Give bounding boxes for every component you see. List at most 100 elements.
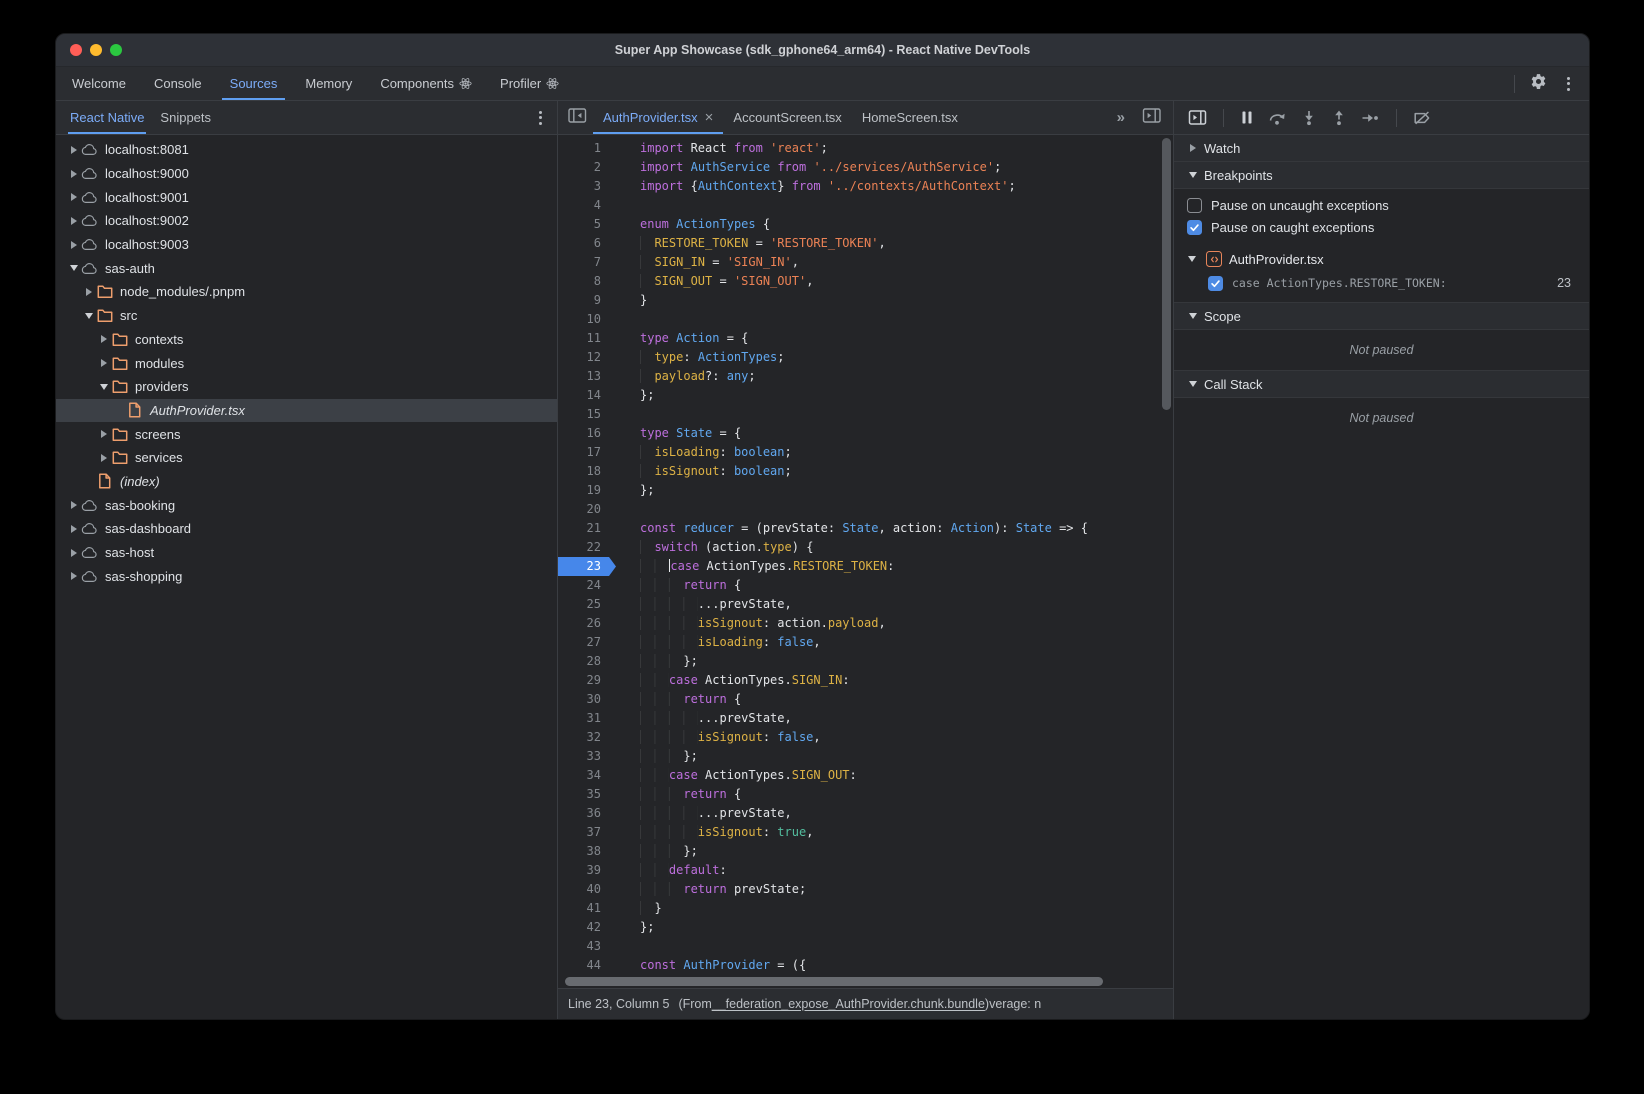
line-number[interactable]: 32 — [558, 728, 616, 747]
tab-memory[interactable]: Memory — [293, 67, 364, 100]
breakpoint-file-header[interactable]: AuthProvider.tsx — [1174, 247, 1589, 271]
code-line-content[interactable]: const reducer = (prevState: State, actio… — [616, 519, 1173, 538]
tree-item-localhost-9002[interactable]: localhost:9002 — [56, 209, 557, 233]
code-line-content[interactable]: isSignout: boolean; — [616, 462, 1173, 481]
tab-profiler[interactable]: Profiler — [488, 67, 571, 100]
minimize-button[interactable] — [90, 44, 102, 56]
tab-welcome[interactable]: Welcome — [60, 67, 138, 100]
close-tab-icon[interactable]: × — [705, 110, 714, 125]
line-number[interactable]: 3 — [558, 177, 616, 196]
source-bundle-link[interactable]: __federation_expose_AuthProvider.chunk.b… — [712, 997, 985, 1011]
line-number[interactable]: 21 — [558, 519, 616, 538]
line-number[interactable]: 40 — [558, 880, 616, 899]
code-line-content[interactable]: }; — [616, 481, 1173, 500]
code-line-content[interactable] — [616, 196, 1173, 215]
line-number[interactable]: 14 — [558, 386, 616, 405]
line-number[interactable]: 44 — [558, 956, 616, 975]
code-line-content[interactable]: SIGN_IN = 'SIGN_IN', — [616, 253, 1173, 272]
tree-item-modules[interactable]: modules — [56, 351, 557, 375]
step-button[interactable] — [1361, 110, 1380, 126]
code-line-content[interactable]: case ActionTypes.SIGN_IN: — [616, 671, 1173, 690]
line-number[interactable]: 2 — [558, 158, 616, 177]
line-number[interactable]: 43 — [558, 937, 616, 956]
code-line-content[interactable]: isSignout: action.payload, — [616, 614, 1173, 633]
code-line-content[interactable]: RESTORE_TOKEN = 'RESTORE_TOKEN', — [616, 234, 1173, 253]
code-line-content[interactable]: isLoading: false, — [616, 633, 1173, 652]
code-line-content[interactable]: switch (action.type) { — [616, 538, 1173, 557]
line-number[interactable]: 29 — [558, 671, 616, 690]
code-line-content[interactable]: type: ActionTypes; — [616, 348, 1173, 367]
tree-item-sas-shopping[interactable]: sas-shopping — [56, 564, 557, 588]
checkbox-icon[interactable] — [1208, 276, 1223, 291]
code-line-content[interactable]: import React from 'react'; — [616, 139, 1173, 158]
line-number[interactable]: 7 — [558, 253, 616, 272]
code-line-content[interactable]: default: — [616, 861, 1173, 880]
line-number[interactable]: 11 — [558, 329, 616, 348]
deactivate-breakpoints-button[interactable] — [1413, 110, 1431, 126]
line-number[interactable]: 37 — [558, 823, 616, 842]
execution-line-marker[interactable]: 23 — [558, 557, 616, 576]
code-line-content[interactable]: }; — [616, 918, 1173, 937]
line-number[interactable]: 4 — [558, 196, 616, 215]
code-line-content[interactable]: const AuthProvider = ({ — [616, 956, 1173, 975]
tree-item-authprovider-tsx[interactable]: AuthProvider.tsx — [56, 399, 557, 423]
tree-item-node-modules-pnpm[interactable]: node_modules/.pnpm — [56, 280, 557, 304]
code-line-content[interactable] — [616, 310, 1173, 329]
code-line-content[interactable]: case ActionTypes.RESTORE_TOKEN: — [616, 557, 1173, 576]
code-line-content[interactable]: import {AuthContext} from '../contexts/A… — [616, 177, 1173, 196]
horizontal-scrollbar-thumb[interactable] — [565, 977, 1103, 986]
code-line-content[interactable]: return { — [616, 690, 1173, 709]
tree-item-localhost-9003[interactable]: localhost:9003 — [56, 233, 557, 257]
code-line-content[interactable]: }; — [616, 747, 1173, 766]
tree-item-localhost-8081[interactable]: localhost:8081 — [56, 138, 557, 162]
line-number[interactable]: 6 — [558, 234, 616, 253]
navigator-tab-react-native[interactable]: React Native — [68, 101, 146, 134]
step-into-button[interactable] — [1301, 110, 1317, 126]
code-line-content[interactable] — [616, 405, 1173, 424]
code-line-content[interactable]: isLoading: boolean; — [616, 443, 1173, 462]
line-number[interactable]: 19 — [558, 481, 616, 500]
tree-item-sas-host[interactable]: sas-host — [56, 541, 557, 565]
more-tabs-button[interactable]: » — [1117, 109, 1126, 126]
line-number[interactable]: 9 — [558, 291, 616, 310]
breakpoint-entry[interactable]: case ActionTypes.RESTORE_TOKEN: 23 — [1174, 271, 1589, 295]
tab-components[interactable]: Components — [368, 67, 484, 100]
code-line-content[interactable]: isSignout: false, — [616, 728, 1173, 747]
line-number[interactable]: 34 — [558, 766, 616, 785]
line-number[interactable]: 39 — [558, 861, 616, 880]
code-line-content[interactable]: ...prevState, — [616, 595, 1173, 614]
tree-item-src[interactable]: src — [56, 304, 557, 328]
zoom-button[interactable] — [110, 44, 122, 56]
tree-item-sas-booking[interactable]: sas-booking — [56, 493, 557, 517]
step-out-button[interactable] — [1331, 110, 1347, 126]
line-number[interactable]: 5 — [558, 215, 616, 234]
code-line-content[interactable]: payload?: any; — [616, 367, 1173, 386]
more-options-button[interactable] — [1555, 71, 1581, 97]
code-line-content[interactable]: type Action = { — [616, 329, 1173, 348]
line-number[interactable]: 15 — [558, 405, 616, 424]
line-number[interactable]: 30 — [558, 690, 616, 709]
line-number[interactable]: 12 — [558, 348, 616, 367]
line-number[interactable]: 20 — [558, 500, 616, 519]
scope-section-header[interactable]: Scope — [1174, 302, 1589, 330]
line-number[interactable]: 31 — [558, 709, 616, 728]
navigator-tab-snippets[interactable]: Snippets — [158, 101, 213, 134]
line-number[interactable]: 28 — [558, 652, 616, 671]
code-line-content[interactable]: }; — [616, 652, 1173, 671]
line-number[interactable]: 36 — [558, 804, 616, 823]
tree-item-sas-dashboard[interactable]: sas-dashboard — [56, 517, 557, 541]
vertical-scrollbar-thumb[interactable] — [1162, 138, 1171, 410]
line-number[interactable]: 8 — [558, 272, 616, 291]
tree-item-providers[interactable]: providers — [56, 375, 557, 399]
checkbox-icon[interactable] — [1187, 198, 1202, 213]
tree-item-screens[interactable]: screens — [56, 422, 557, 446]
tab-console[interactable]: Console — [142, 67, 214, 100]
code-line-content[interactable] — [616, 937, 1173, 956]
code-line-content[interactable]: SIGN_OUT = 'SIGN_OUT', — [616, 272, 1173, 291]
close-button[interactable] — [70, 44, 82, 56]
line-number[interactable]: 1 — [558, 139, 616, 158]
tree-item-sas-auth[interactable]: sas-auth — [56, 256, 557, 280]
code-line-content[interactable]: } — [616, 291, 1173, 310]
line-number[interactable]: 18 — [558, 462, 616, 481]
line-number[interactable]: 26 — [558, 614, 616, 633]
